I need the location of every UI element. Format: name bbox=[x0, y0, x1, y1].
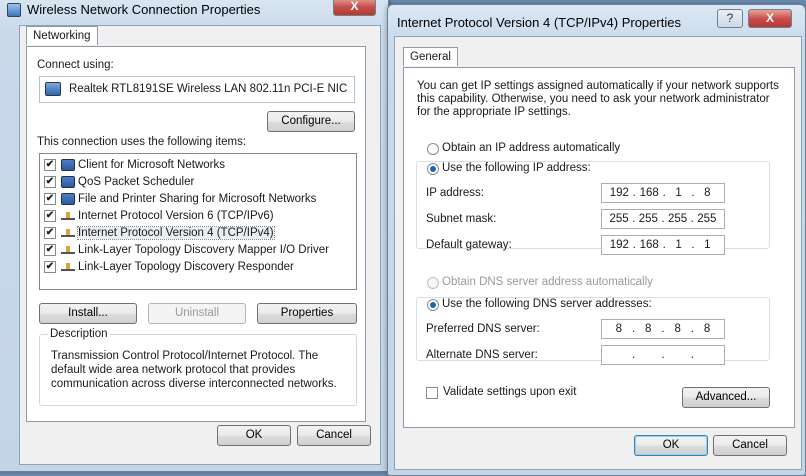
alternate-dns-field[interactable]: ... bbox=[601, 345, 725, 365]
obtain-dns-auto-radio[interactable] bbox=[427, 277, 439, 289]
description-text: Transmission Control Protocol/Internet P… bbox=[51, 350, 337, 390]
network-client-icon bbox=[61, 158, 75, 171]
networking-panel: Connect using: Realtek RTL8191SE Wireles… bbox=[26, 46, 366, 422]
item-checkbox[interactable]: ✔ bbox=[44, 226, 56, 239]
network-icon bbox=[7, 3, 21, 17]
general-panel: You can get IP settings assigned automat… bbox=[403, 67, 795, 428]
protocol-icon bbox=[61, 245, 75, 254]
list-item-lltd-mapper[interactable]: ✔ Link-Layer Topology Discovery Mapper I… bbox=[44, 241, 329, 258]
item-checkbox[interactable]: ✔ bbox=[44, 243, 56, 256]
use-following-dns-label[interactable]: Use the following DNS server addresses: bbox=[442, 298, 654, 310]
adapter-name: Realtek RTL8191SE Wireless LAN 802.11n P… bbox=[69, 83, 348, 95]
help-button[interactable]: ? bbox=[717, 9, 743, 28]
connect-using-label: Connect using: bbox=[37, 59, 114, 71]
adapter-box: Realtek RTL8191SE Wireless LAN 802.11n P… bbox=[39, 76, 355, 103]
obtain-dns-auto-label[interactable]: Obtain DNS server address automatically bbox=[442, 276, 653, 288]
window-body: General You can get IP settings assigned… bbox=[394, 36, 802, 470]
use-following-ip-radio[interactable] bbox=[427, 163, 439, 175]
list-item-lltd-responder[interactable]: ✔ Link-Layer Topology Discovery Responde… bbox=[44, 258, 294, 275]
validate-settings-checkbox[interactable] bbox=[426, 387, 438, 399]
list-item-qos[interactable]: ✔ QoS Packet Scheduler bbox=[44, 173, 194, 190]
description-legend: Description bbox=[48, 328, 110, 340]
alternate-dns-label: Alternate DNS server: bbox=[426, 349, 538, 361]
default-gateway-label: Default gateway: bbox=[426, 239, 512, 251]
protocol-icon bbox=[61, 228, 75, 237]
close-button[interactable]: X bbox=[333, 0, 376, 16]
default-gateway-field[interactable]: 192. 168. 1. 1 bbox=[601, 235, 725, 255]
list-item-file-sharing[interactable]: ✔ File and Printer Sharing for Microsoft… bbox=[44, 190, 316, 207]
use-following-dns-radio[interactable] bbox=[427, 299, 439, 311]
protocol-icon bbox=[61, 262, 75, 271]
close-button[interactable]: X bbox=[748, 9, 792, 28]
ip-address-label: IP address: bbox=[426, 187, 484, 199]
preferred-dns-field[interactable]: 8.8.8.8 bbox=[601, 319, 725, 339]
ipv4-properties-window: Internet Protocol Version 4 (TCP/IPv4) P… bbox=[387, 4, 806, 476]
uninstall-button[interactable]: Uninstall bbox=[148, 303, 246, 324]
protocol-icon bbox=[61, 211, 75, 220]
subnet-mask-label: Subnet mask: bbox=[426, 213, 497, 225]
tab-networking[interactable]: Networking bbox=[26, 26, 98, 45]
use-following-ip-label[interactable]: Use the following IP address: bbox=[442, 162, 593, 174]
advanced-button[interactable]: Advanced... bbox=[682, 387, 770, 408]
item-checkbox[interactable]: ✔ bbox=[44, 209, 56, 222]
item-checkbox[interactable]: ✔ bbox=[44, 260, 56, 273]
tab-general[interactable]: General bbox=[403, 47, 458, 66]
network-connection-properties-window: Wireless Network Connection Properties X… bbox=[0, 0, 389, 472]
items-label: This connection uses the following items… bbox=[37, 136, 247, 148]
ok-button[interactable]: OK bbox=[217, 425, 291, 446]
window-title: Internet Protocol Version 4 (TCP/IPv4) P… bbox=[397, 15, 681, 30]
item-checkbox[interactable]: ✔ bbox=[44, 158, 56, 171]
validate-settings-label[interactable]: Validate settings upon exit bbox=[443, 386, 576, 398]
window-body: Networking Connect using: Realtek RTL819… bbox=[19, 25, 381, 465]
description-group: Description Transmission Control Protoco… bbox=[39, 328, 357, 406]
file-sharing-icon bbox=[61, 192, 75, 205]
list-item-ipv6[interactable]: ✔ Internet Protocol Version 6 (TCP/IPv6) bbox=[44, 207, 274, 224]
cancel-button[interactable]: Cancel bbox=[713, 435, 787, 456]
items-list: ✔ Client for Microsoft Networks ✔ QoS Pa… bbox=[39, 153, 357, 290]
intro-text: You can get IP settings assigned automat… bbox=[417, 80, 779, 118]
obtain-ip-auto-radio[interactable] bbox=[427, 143, 439, 155]
subnet-mask-field[interactable]: 255. 255. 255. 255 bbox=[601, 209, 725, 229]
network-adapter-icon bbox=[45, 82, 61, 96]
preferred-dns-label: Preferred DNS server: bbox=[426, 323, 540, 335]
qos-scheduler-icon bbox=[61, 175, 75, 188]
window-title: Wireless Network Connection Properties bbox=[27, 2, 261, 17]
ok-button[interactable]: OK bbox=[634, 435, 708, 456]
ip-address-field[interactable]: 192. 168. 1. 8 bbox=[601, 183, 725, 203]
item-checkbox[interactable]: ✔ bbox=[44, 175, 56, 188]
item-checkbox[interactable]: ✔ bbox=[44, 192, 56, 205]
configure-button[interactable]: Configure... bbox=[267, 111, 355, 132]
cancel-button[interactable]: Cancel bbox=[297, 425, 371, 446]
obtain-ip-auto-label[interactable]: Obtain an IP address automatically bbox=[442, 142, 620, 154]
install-button[interactable]: Install... bbox=[39, 303, 137, 324]
list-item-ipv4[interactable]: ✔ Internet Protocol Version 4 (TCP/IPv4) bbox=[44, 224, 275, 241]
properties-button[interactable]: Properties bbox=[257, 303, 357, 324]
list-item-client-ms[interactable]: ✔ Client for Microsoft Networks bbox=[44, 156, 225, 173]
